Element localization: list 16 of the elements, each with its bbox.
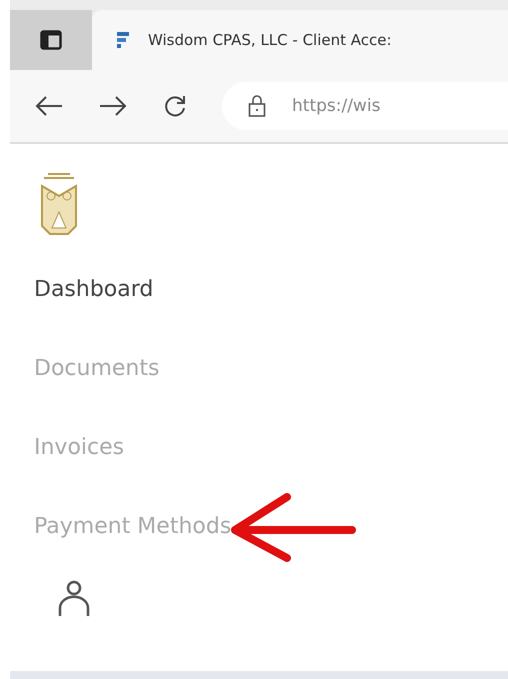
nav-link[interactable]: Documents xyxy=(34,356,160,381)
user-icon[interactable] xyxy=(56,578,92,618)
sidebar-toggle-button[interactable] xyxy=(10,10,92,70)
sidebar-icon xyxy=(40,30,62,50)
nav-link[interactable]: Dashboard xyxy=(34,277,154,302)
lock-icon xyxy=(248,94,266,118)
site-favicon-icon xyxy=(116,31,130,49)
forward-icon[interactable] xyxy=(98,95,128,117)
nav-link[interactable]: Payment Methods xyxy=(34,514,232,539)
url-text: https://wis xyxy=(292,96,380,116)
tab-title: Wisdom CPAS, LLC - Client Acce: xyxy=(148,31,392,49)
back-icon[interactable] xyxy=(34,95,64,117)
refresh-icon[interactable] xyxy=(162,93,188,119)
nav-link[interactable]: Invoices xyxy=(34,435,124,460)
browser-tab[interactable]: Wisdom CPAS, LLC - Client Acce: xyxy=(92,10,508,70)
address-bar[interactable]: https://wis xyxy=(222,82,508,130)
